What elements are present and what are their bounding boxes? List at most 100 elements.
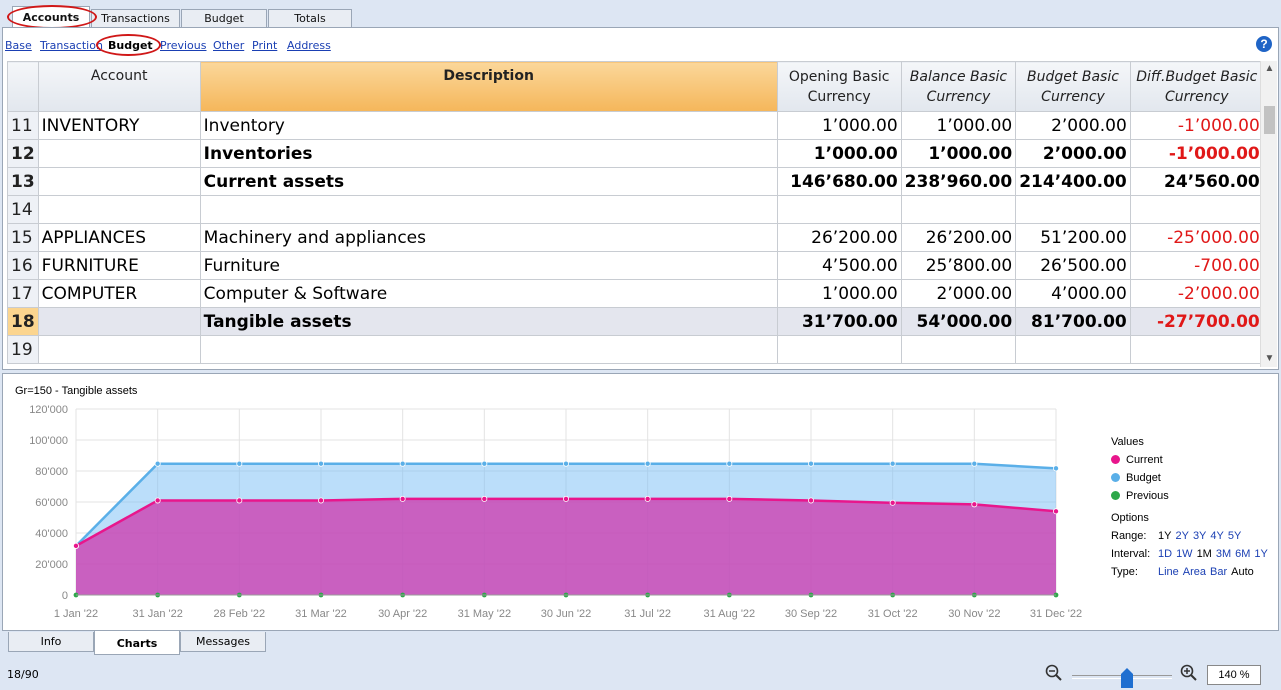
vertical-scrollbar[interactable]: ▲ ▼: [1260, 61, 1277, 367]
cell-balance[interactable]: 1’000.00: [900, 139, 1017, 168]
column-header-account[interactable]: Account: [37, 61, 201, 112]
view-budget[interactable]: Budget: [108, 39, 153, 52]
table-row[interactable]: 19: [7, 335, 1264, 364]
view-base[interactable]: Base: [5, 39, 32, 52]
row-number[interactable]: 11: [7, 111, 39, 140]
column-header-budget[interactable]: Budget Basic Currency: [1015, 61, 1131, 112]
scroll-up-icon[interactable]: ▲: [1261, 61, 1278, 77]
row-number[interactable]: 13: [7, 167, 39, 196]
view-print[interactable]: Print: [252, 39, 277, 52]
interval-option[interactable]: 6M: [1235, 548, 1250, 560]
type-option[interactable]: Auto: [1231, 566, 1254, 578]
cell-description[interactable]: [199, 335, 778, 364]
cell-description[interactable]: Tangible assets: [199, 307, 778, 336]
range-option[interactable]: 5Y: [1228, 530, 1241, 542]
cell-description[interactable]: Inventory: [199, 111, 778, 140]
cell-account[interactable]: COMPUTER: [37, 279, 201, 308]
zoom-slider-thumb[interactable]: [1121, 668, 1133, 688]
tab-totals[interactable]: Totals: [268, 9, 352, 28]
table-row[interactable]: 16 FURNITURE Furniture 4’500.00 25’800.00 26’…: [7, 251, 1264, 280]
cell-budget[interactable]: [1015, 195, 1131, 224]
cell-account[interactable]: APPLIANCES: [37, 223, 201, 252]
cell-diff[interactable]: [1129, 335, 1264, 364]
type-option[interactable]: Line: [1158, 566, 1179, 578]
cell-budget[interactable]: 214’400.00: [1015, 167, 1131, 196]
cell-account[interactable]: [37, 195, 201, 224]
table-row[interactable]: 18 Tangible assets 31’700.00 54’000.00 81’70…: [7, 307, 1264, 336]
scroll-down-icon[interactable]: ▼: [1261, 351, 1278, 367]
cell-diff[interactable]: 24’560.00: [1129, 167, 1264, 196]
table-row[interactable]: 15 APPLIANCES Machinery and appliances 26’2…: [7, 223, 1264, 252]
interval-option[interactable]: 1Y: [1254, 548, 1267, 560]
range-option[interactable]: 4Y: [1210, 530, 1223, 542]
cell-account[interactable]: [37, 307, 201, 336]
legend-item-previous[interactable]: Previous: [1111, 487, 1272, 505]
cell-description[interactable]: Current assets: [199, 167, 778, 196]
table-row[interactable]: 12 Inventories 1’000.00 1’000.00 2’000.00 -1’…: [7, 139, 1264, 168]
cell-balance[interactable]: 54’000.00: [900, 307, 1017, 336]
table-row[interactable]: 11 INVENTORY Inventory 1’000.00 1’000.00 2’00…: [7, 111, 1264, 140]
tab-transactions[interactable]: Transactions: [91, 9, 180, 28]
tab-info[interactable]: Info: [8, 632, 94, 652]
cell-account[interactable]: [37, 139, 201, 168]
row-number[interactable]: 16: [7, 251, 39, 280]
tab-charts[interactable]: Charts: [94, 631, 180, 655]
interval-option[interactable]: 1D: [1158, 548, 1172, 560]
table-row[interactable]: 14: [7, 195, 1264, 224]
zoom-level-field[interactable]: 140 %: [1207, 665, 1261, 685]
cell-diff[interactable]: -1’000.00: [1129, 139, 1264, 168]
table-row[interactable]: 17 COMPUTER Computer & Software 1’000.00 2’0…: [7, 279, 1264, 308]
range-option[interactable]: 1Y: [1158, 530, 1171, 542]
legend-item-budget[interactable]: Budget: [1111, 469, 1272, 487]
range-option[interactable]: 2Y: [1175, 530, 1188, 542]
range-option[interactable]: 3Y: [1193, 530, 1206, 542]
cell-balance[interactable]: 25’800.00: [900, 251, 1017, 280]
interval-option[interactable]: 1W: [1176, 548, 1193, 560]
cell-account[interactable]: [37, 335, 201, 364]
cell-balance[interactable]: 26’200.00: [900, 223, 1017, 252]
tab-budget[interactable]: Budget: [181, 9, 267, 28]
row-number[interactable]: 18: [7, 307, 39, 336]
cell-opening[interactable]: 26’200.00: [776, 223, 902, 252]
cell-diff[interactable]: [1129, 195, 1264, 224]
help-icon[interactable]: ?: [1256, 36, 1272, 52]
cell-opening[interactable]: 1’000.00: [776, 279, 902, 308]
cell-diff[interactable]: -700.00: [1129, 251, 1264, 280]
row-number[interactable]: 19: [7, 335, 39, 364]
cell-budget[interactable]: [1015, 335, 1131, 364]
cell-description[interactable]: Furniture: [199, 251, 778, 280]
cell-opening[interactable]: 4’500.00: [776, 251, 902, 280]
cell-opening[interactable]: 146’680.00: [776, 167, 902, 196]
cell-balance[interactable]: 2’000.00: [900, 279, 1017, 308]
cell-opening[interactable]: [776, 335, 902, 364]
cell-account[interactable]: INVENTORY: [37, 111, 201, 140]
zoom-out-icon[interactable]: [1045, 664, 1063, 682]
zoom-in-icon[interactable]: [1180, 664, 1198, 682]
cell-opening[interactable]: 31’700.00: [776, 307, 902, 336]
type-option[interactable]: Area: [1183, 566, 1206, 578]
column-header-opening[interactable]: Opening Basic Currency: [776, 61, 902, 112]
cell-diff[interactable]: -27’700.00: [1129, 307, 1264, 336]
cell-description[interactable]: Machinery and appliances: [199, 223, 778, 252]
tab-messages[interactable]: Messages: [180, 632, 266, 652]
cell-balance[interactable]: [900, 195, 1017, 224]
cell-description[interactable]: Inventories: [199, 139, 778, 168]
cell-balance[interactable]: [900, 335, 1017, 364]
tab-accounts[interactable]: Accounts: [12, 6, 90, 28]
cell-budget[interactable]: 51’200.00: [1015, 223, 1131, 252]
cell-balance[interactable]: 238’960.00: [900, 167, 1017, 196]
cell-budget[interactable]: 2’000.00: [1015, 139, 1131, 168]
cell-opening[interactable]: 1’000.00: [776, 111, 902, 140]
cell-balance[interactable]: 1’000.00: [900, 111, 1017, 140]
row-number[interactable]: 17: [7, 279, 39, 308]
cell-account[interactable]: FURNITURE: [37, 251, 201, 280]
view-other[interactable]: Other: [213, 39, 244, 52]
view-transaction[interactable]: Transaction: [40, 39, 103, 52]
cell-diff[interactable]: -25’000.00: [1129, 223, 1264, 252]
cell-account[interactable]: [37, 167, 201, 196]
column-header-balance[interactable]: Balance Basic Currency: [900, 61, 1017, 112]
row-number[interactable]: 15: [7, 223, 39, 252]
cell-budget[interactable]: 26’500.00: [1015, 251, 1131, 280]
interval-option[interactable]: 1M: [1197, 548, 1212, 560]
row-number[interactable]: 14: [7, 195, 39, 224]
